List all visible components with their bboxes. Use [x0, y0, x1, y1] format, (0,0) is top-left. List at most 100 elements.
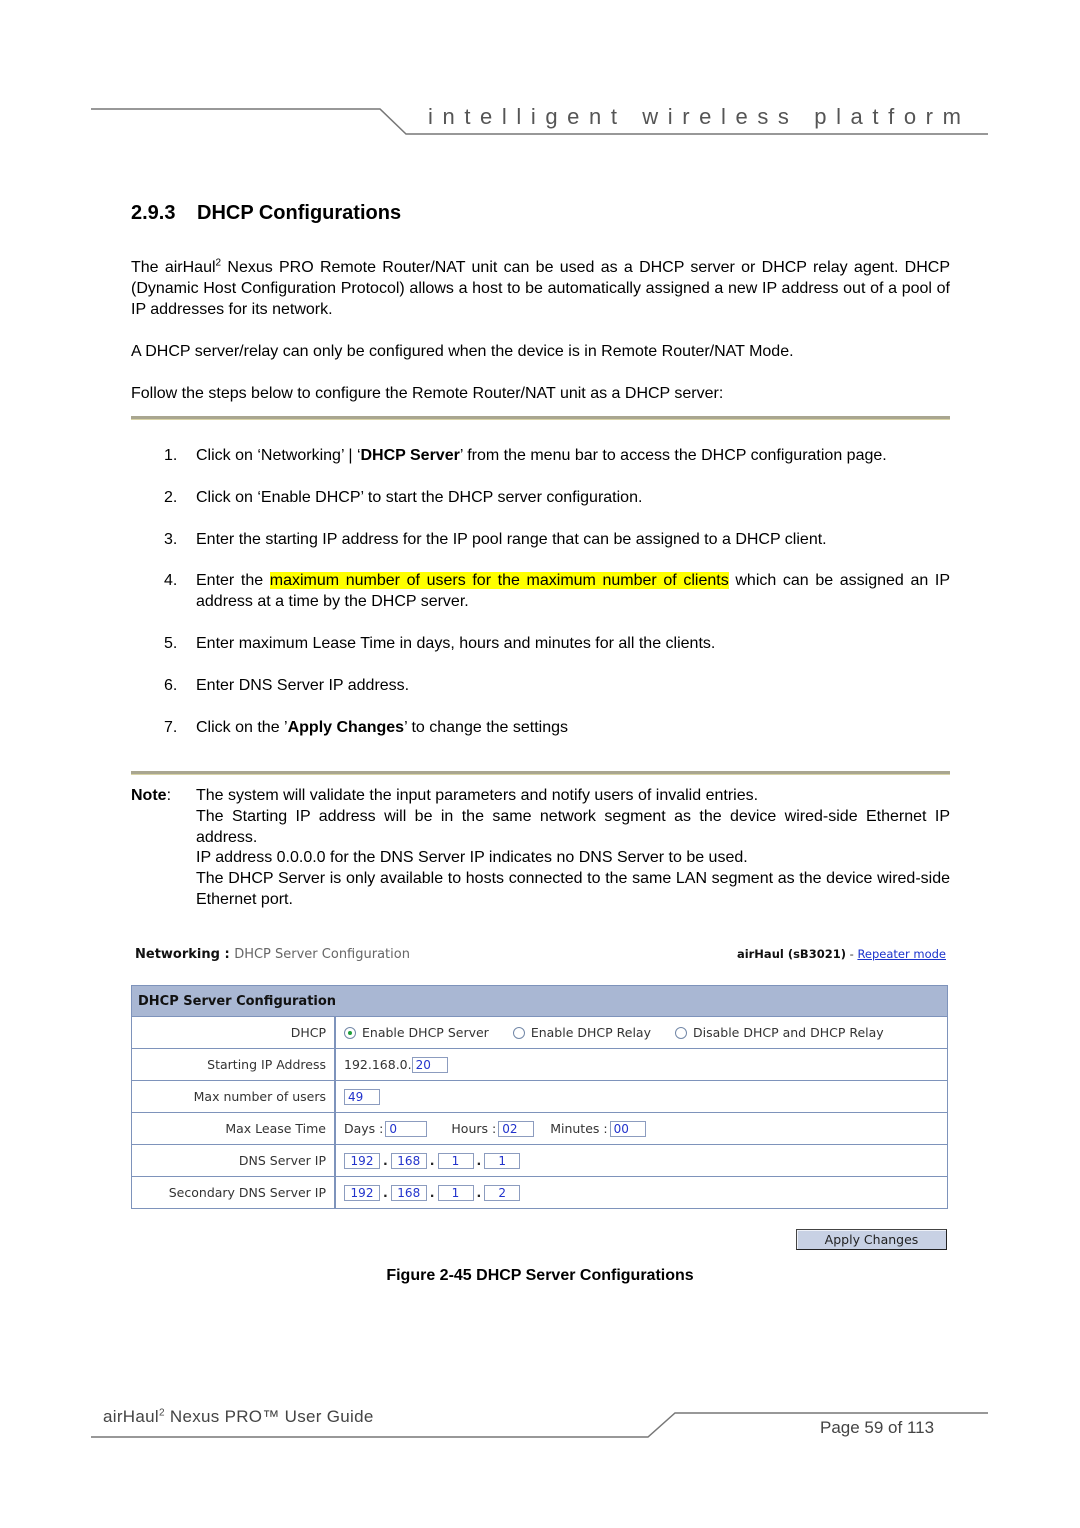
step-text: ’ from the menu bar to access the DHCP c… — [459, 447, 887, 464]
note-body: The system will validate the input param… — [196, 786, 950, 911]
note-line: The DHCP Server is only available to hos… — [196, 870, 950, 908]
steps-intro-paragraph: Follow the steps below to configure the … — [131, 385, 724, 402]
dns-octet-2-input[interactable] — [390, 1152, 427, 1169]
step-bold-text: DHCP Server — [360, 447, 460, 464]
note-label-text: Note — [131, 787, 167, 804]
lease-days-input[interactable] — [385, 1120, 428, 1137]
device-info: airHaul (sB3021) - Repeater mode — [737, 947, 946, 961]
dns2-octet-3-input[interactable] — [437, 1184, 474, 1201]
note-block: Note: The system will validate the input… — [131, 786, 950, 911]
radio-label: Disable DHCP and DHCP Relay — [692, 1025, 884, 1040]
step-text: Click on ‘Networking’ | ‘ — [196, 447, 361, 464]
starting-ip-row: Starting IP Address 192.168.0. — [132, 1049, 947, 1081]
dhcp-config-panel: DHCP Server Configuration DHCP Enable DH… — [131, 985, 948, 1209]
divider — [131, 416, 950, 420]
dns-octet-3-input[interactable] — [437, 1152, 474, 1169]
note-label: Note: — [131, 786, 171, 807]
max-users-input[interactable] — [344, 1088, 380, 1105]
step-number: 3. — [164, 530, 178, 548]
breadcrumb-section: Networking : — [135, 947, 235, 962]
step-number: 7. — [164, 718, 178, 736]
step-item: 6. Enter DNS Server IP address. — [131, 676, 950, 697]
radio-selected-icon[interactable] — [344, 1026, 356, 1039]
enable-dhcp-server-radio[interactable]: Enable DHCP Server — [344, 1025, 489, 1040]
dot-separator: . — [429, 1185, 435, 1200]
disable-dhcp-radio[interactable]: Disable DHCP and DHCP Relay — [674, 1025, 884, 1040]
dns2-octet-4-input[interactable] — [484, 1184, 521, 1201]
footer-doc-title: airHaul2 Nexus PRO™ User Guide — [103, 1407, 374, 1427]
header-tagline: intelligent wireless platform — [428, 104, 971, 129]
lease-hours-input[interactable] — [498, 1120, 535, 1137]
lease-time-row: Max Lease Time Days : Hours : Minutes : — [132, 1113, 947, 1145]
step-number: 5. — [164, 634, 178, 652]
footer-text: Nexus PRO™ User Guide — [164, 1407, 374, 1426]
steps-list: 1. Click on ‘Networking’ | ‘DHCP Server’… — [131, 446, 950, 759]
row-label: Secondary DNS Server IP — [132, 1177, 336, 1208]
dhcp-config-screenshot: Networking : DHCP Server Configuration a… — [131, 935, 950, 1255]
dot-separator: . — [476, 1153, 482, 1168]
step-number: 2. — [164, 488, 178, 506]
repeater-mode-link[interactable]: Repeater mode — [857, 947, 946, 961]
dns2-octet-1-input[interactable] — [344, 1184, 380, 1201]
dot-separator: . — [383, 1153, 388, 1168]
radio-unselected-icon[interactable] — [512, 1026, 525, 1039]
row-label: Max number of users — [132, 1081, 336, 1112]
step-bold-text: Apply Changes — [287, 718, 405, 736]
note-colon: : — [166, 787, 172, 804]
separator: - — [845, 947, 858, 961]
footer-text: airHaul — [103, 1407, 159, 1426]
ip-prefix: 192.168.0. — [344, 1057, 412, 1072]
step-text: Enter the — [196, 572, 270, 590]
step-text: Click on the ’ — [196, 718, 288, 736]
section-number: 2.9.3 — [131, 202, 176, 224]
radio-unselected-icon[interactable] — [674, 1026, 687, 1039]
intro-paragraph: The airHaul2 Nexus PRO Remote Router/NAT… — [131, 258, 950, 320]
device-name: airHaul (sB3021) — [736, 947, 846, 961]
breadcrumb-page: DHCP Server Configuration — [234, 947, 410, 962]
step-number: 4. — [164, 572, 178, 590]
dns-server-row: DNS Server IP . . . — [132, 1145, 947, 1177]
dns-octet-4-input[interactable] — [484, 1152, 521, 1169]
intro-text: Nexus PRO Remote Router/NAT unit can be … — [131, 259, 951, 318]
step-text: Enter DNS Server IP address. — [196, 676, 410, 694]
apply-changes-button[interactable]: Apply Changes — [796, 1229, 947, 1250]
dns2-octet-2-input[interactable] — [390, 1184, 427, 1201]
step-text: Enter maximum Lease Time in days, hours … — [196, 634, 716, 652]
days-label: Days : — [344, 1121, 384, 1136]
dot-separator: . — [429, 1153, 435, 1168]
step-number: 6. — [164, 676, 178, 694]
lease-minutes-input[interactable] — [609, 1120, 646, 1137]
breadcrumb: Networking : DHCP Server Configuration — [135, 947, 410, 962]
enable-dhcp-relay-radio[interactable]: Enable DHCP Relay — [512, 1025, 651, 1040]
row-label: Max Lease Time — [132, 1113, 336, 1144]
starting-ip-last-octet-input[interactable] — [411, 1056, 448, 1073]
highlighted-text: maximum number of users for the maximum … — [269, 572, 729, 590]
dot-separator: . — [383, 1185, 388, 1200]
row-label: DHCP — [132, 1017, 336, 1048]
step-item: 2. Click on ‘Enable DHCP’ to start the D… — [131, 488, 950, 509]
note-line: The system will validate the input param… — [196, 787, 759, 804]
page-number: Page 59 of 113 — [820, 1418, 935, 1437]
step-item: 5. Enter maximum Lease Time in days, hou… — [131, 634, 950, 655]
row-label: Starting IP Address — [132, 1049, 336, 1080]
step-item: 7. Click on the ’Apply Changes’ to chang… — [131, 718, 950, 739]
divider — [131, 771, 950, 775]
max-users-row: Max number of users — [132, 1081, 947, 1113]
dot-separator: . — [476, 1185, 482, 1200]
step-item: 1. Click on ‘Networking’ | ‘DHCP Server’… — [131, 446, 950, 467]
step-item: 3. Enter the starting IP address for the… — [131, 530, 950, 551]
radio-label: Enable DHCP Relay — [530, 1025, 651, 1040]
step-text: ’ to change the settings — [404, 718, 569, 736]
step-text: Click on ‘Enable DHCP’ to start the DHCP… — [196, 488, 643, 506]
dhcp-mode-row: DHCP Enable DHCP Server Enable DHCP Rela… — [132, 1017, 947, 1049]
step-item: 4. Enter the maximum number of users for… — [131, 571, 950, 613]
page-decoration-lines — [91, 108, 988, 1438]
section-title: DHCP Configurations — [197, 202, 402, 224]
mode-paragraph: A DHCP server/relay can only be configur… — [131, 343, 794, 360]
secondary-dns-row: Secondary DNS Server IP . . . — [132, 1177, 947, 1208]
radio-label: Enable DHCP Server — [362, 1025, 489, 1040]
intro-text: The airHaul — [131, 259, 216, 276]
panel-title: DHCP Server Configuration — [132, 986, 947, 1017]
dns-octet-1-input[interactable] — [344, 1152, 380, 1169]
note-line: IP address 0.0.0.0 for the DNS Server IP… — [196, 849, 748, 867]
